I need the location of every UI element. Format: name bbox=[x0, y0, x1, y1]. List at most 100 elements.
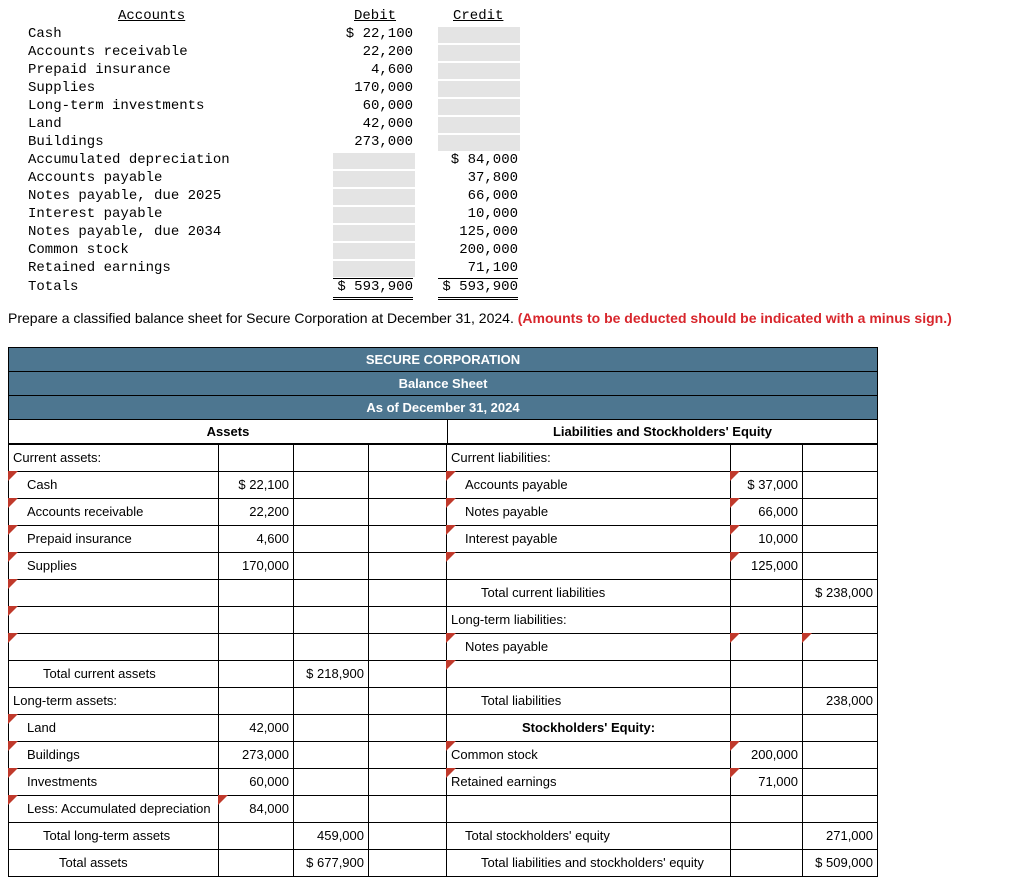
asset-amount-2 bbox=[294, 633, 369, 660]
tb-row: Buildings273,000 bbox=[8, 134, 1016, 152]
liability-account-cell: Total liabilities and stockholders' equi… bbox=[447, 849, 731, 876]
asset-account-cell[interactable] bbox=[9, 579, 219, 606]
liability-account-cell: Total current liabilities bbox=[447, 579, 731, 606]
asset-amount-2 bbox=[294, 741, 369, 768]
tb-row: Accounts payable37,800 bbox=[8, 170, 1016, 188]
instruction-text: Prepare a classified balance sheet for S… bbox=[8, 309, 968, 329]
tb-row: Long-term investments 60,000 bbox=[8, 98, 1016, 116]
liability-amount-1 bbox=[731, 660, 803, 687]
bs-row: Long-term assets:Total liabilities238,00… bbox=[9, 687, 878, 714]
tb-account: Long-term investments bbox=[28, 98, 204, 116]
tb-account: Common stock bbox=[28, 242, 129, 260]
asset-amount-3 bbox=[369, 822, 447, 849]
tb-credit: 66,000 bbox=[438, 188, 518, 206]
tb-credit: 10,000 bbox=[438, 206, 518, 224]
liability-amount-2 bbox=[803, 741, 878, 768]
asset-account-cell[interactable]: Buildings bbox=[9, 741, 219, 768]
asset-amount-2 bbox=[294, 579, 369, 606]
liability-amount-1[interactable]: 66,000 bbox=[731, 498, 803, 525]
liability-amount-1[interactable]: 125,000 bbox=[731, 552, 803, 579]
bs-row: Investments60,000 Retained earnings71,000 bbox=[9, 768, 878, 795]
asset-amount-2 bbox=[294, 768, 369, 795]
tb-account: Prepaid insurance bbox=[28, 62, 171, 80]
asset-amount-3 bbox=[369, 741, 447, 768]
input-flag-icon bbox=[218, 795, 228, 805]
asset-amount-1[interactable]: 4,600 bbox=[219, 525, 294, 552]
asset-account-cell[interactable]: Investments bbox=[9, 768, 219, 795]
liability-amount-1 bbox=[731, 606, 803, 633]
tb-debit: 42,000 bbox=[333, 116, 413, 134]
asset-amount-3 bbox=[369, 768, 447, 795]
liability-amount-2 bbox=[803, 768, 878, 795]
asset-amount-1[interactable]: 22,200 bbox=[219, 498, 294, 525]
liability-account-cell[interactable] bbox=[447, 552, 731, 579]
balance-sheet-title-block: SECURE CORPORATION Balance Sheet As of D… bbox=[8, 347, 878, 420]
asset-amount-1[interactable]: 84,000 bbox=[219, 795, 294, 822]
asset-amount-1[interactable]: 42,000 bbox=[219, 714, 294, 741]
tb-totals-label: Totals bbox=[28, 279, 78, 297]
asset-account-cell: Total current assets bbox=[9, 660, 219, 687]
input-flag-icon bbox=[8, 498, 18, 508]
asset-amount-3 bbox=[369, 714, 447, 741]
tb-row: Accumulated depreciation$ 84,000 bbox=[8, 152, 1016, 170]
asset-amount-1[interactable]: $ 22,100 bbox=[219, 471, 294, 498]
trial-balance: AccountsDebitCreditCash$ 22,100Accounts … bbox=[8, 8, 1016, 297]
tb-row: Notes payable, due 2034125,000 bbox=[8, 224, 1016, 242]
asset-account-cell[interactable]: Less: Accumulated depreciation bbox=[9, 795, 219, 822]
asset-amount-1[interactable]: 273,000 bbox=[219, 741, 294, 768]
tb-debit: 170,000 bbox=[333, 80, 413, 98]
assets-header: Assets bbox=[9, 420, 448, 443]
input-flag-icon bbox=[730, 498, 740, 508]
bs-row: Supplies170,000 125,000 bbox=[9, 552, 878, 579]
tb-credit: $ 84,000 bbox=[438, 152, 518, 170]
asset-account-cell[interactable]: Land bbox=[9, 714, 219, 741]
input-flag-icon bbox=[446, 525, 456, 535]
asset-account-cell[interactable]: Supplies bbox=[9, 552, 219, 579]
asset-amount-3 bbox=[369, 471, 447, 498]
asset-amount-1[interactable]: 60,000 bbox=[219, 768, 294, 795]
tb-account: Notes payable, due 2025 bbox=[28, 188, 221, 206]
asset-amount-3 bbox=[369, 498, 447, 525]
liability-account-cell[interactable]: Retained earnings bbox=[447, 768, 731, 795]
input-flag-icon bbox=[730, 471, 740, 481]
asset-amount-1 bbox=[219, 579, 294, 606]
asset-account-cell[interactable]: Prepaid insurance bbox=[9, 525, 219, 552]
bs-row: Total long-term assets459,000Total stock… bbox=[9, 822, 878, 849]
liability-amount-1[interactable]: 71,000 bbox=[731, 768, 803, 795]
tb-row: Cash$ 22,100 bbox=[8, 26, 1016, 44]
tb-credit: 37,800 bbox=[438, 170, 518, 188]
liability-amount-1[interactable]: 200,000 bbox=[731, 741, 803, 768]
tb-header-debit: Debit bbox=[354, 8, 396, 26]
tb-row: Interest payable10,000 bbox=[8, 206, 1016, 224]
liability-account-cell bbox=[447, 795, 731, 822]
input-flag-icon bbox=[446, 741, 456, 751]
liability-amount-1[interactable]: 10,000 bbox=[731, 525, 803, 552]
asset-amount-1[interactable]: 170,000 bbox=[219, 552, 294, 579]
liability-amount-2[interactable] bbox=[803, 633, 878, 660]
asset-account-cell[interactable]: Accounts receivable bbox=[9, 498, 219, 525]
tb-account: Cash bbox=[28, 26, 62, 44]
liability-amount-1[interactable]: $ 37,000 bbox=[731, 471, 803, 498]
tb-debit: 60,000 bbox=[333, 98, 413, 116]
asset-account-cell[interactable] bbox=[9, 606, 219, 633]
liability-account-cell[interactable]: Interest payable bbox=[447, 525, 731, 552]
report-name: Balance Sheet bbox=[9, 372, 877, 396]
bs-row: Less: Accumulated depreciation84,000 bbox=[9, 795, 878, 822]
liability-amount-1 bbox=[731, 633, 803, 660]
asset-account-cell[interactable]: Cash bbox=[9, 471, 219, 498]
liability-amount-1 bbox=[731, 714, 803, 741]
asset-amount-1 bbox=[219, 633, 294, 660]
liability-account-cell[interactable] bbox=[447, 660, 731, 687]
liability-account-cell[interactable]: Common stock bbox=[447, 741, 731, 768]
bs-row: Total assets$ 677,900Total liabilities a… bbox=[9, 849, 878, 876]
liability-account-cell[interactable]: Notes payable bbox=[447, 498, 731, 525]
bs-row: Prepaid insurance4,600 Interest payable10… bbox=[9, 525, 878, 552]
liability-account-cell[interactable]: Accounts payable bbox=[447, 471, 731, 498]
asset-account-cell[interactable] bbox=[9, 633, 219, 660]
input-flag-icon bbox=[730, 552, 740, 562]
input-flag-icon bbox=[8, 525, 18, 535]
report-date: As of December 31, 2024 bbox=[9, 396, 877, 419]
asset-amount-2 bbox=[294, 525, 369, 552]
liability-account-cell[interactable]: Notes payable bbox=[447, 633, 731, 660]
input-flag-icon bbox=[730, 741, 740, 751]
